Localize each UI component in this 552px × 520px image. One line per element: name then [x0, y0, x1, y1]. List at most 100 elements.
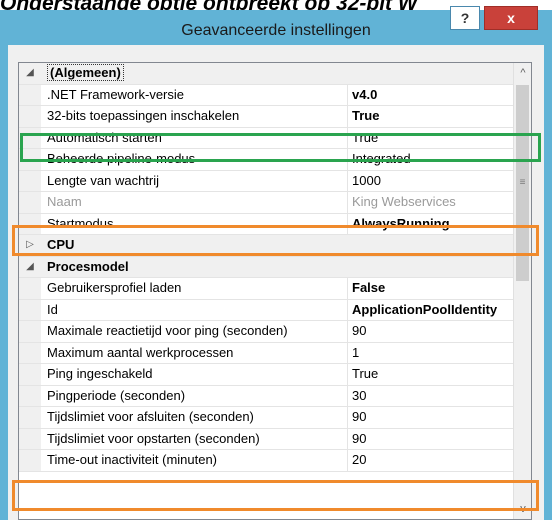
property-row[interactable]: Naam King Webservices	[19, 192, 513, 214]
row-gutter	[19, 407, 41, 428]
category-row[interactable]: ◢ Procesmodel	[19, 256, 513, 278]
property-row[interactable]: Gebruikersprofiel laden False	[19, 278, 513, 300]
property-value[interactable]: 1000	[347, 170, 513, 191]
property-name: Time-out inactiviteit (minuten)	[47, 450, 337, 471]
scrollbar-thumb[interactable]: ≡	[516, 85, 529, 281]
property-name: .NET Framework-versie	[47, 85, 337, 106]
row-gutter	[19, 321, 41, 342]
property-name: Automatisch starten	[47, 128, 337, 149]
property-value[interactable]: 90	[347, 321, 513, 342]
label-text: Naam	[47, 194, 82, 209]
property-value[interactable]: Integrated	[347, 149, 513, 170]
property-value[interactable]: True	[347, 127, 513, 148]
label-text: Id	[47, 301, 58, 317]
property-value[interactable]: 90	[347, 428, 513, 449]
label-text: Maximum aantal werkprocessen	[47, 344, 234, 360]
row-gutter	[19, 213, 41, 234]
property-row[interactable]: Tijdslimiet voor opstarten (seconden) 90	[19, 428, 513, 450]
label-text: Automatisch starten	[47, 129, 162, 145]
property-name: Gebruikersprofiel laden	[47, 278, 337, 299]
property-row[interactable]: Maximale reactietijd voor ping (seconden…	[19, 321, 513, 343]
row-gutter	[19, 450, 41, 471]
label-text: Beheerde pipeline-modus	[47, 151, 196, 166]
advanced-settings-dialog: Geavanceerde instellingen ? x ◢ (Algemeen…	[0, 6, 552, 520]
property-value[interactable]: True	[347, 106, 513, 127]
property-row[interactable]: Time-out inactiviteit (minuten) 20	[19, 450, 513, 472]
category-row[interactable]: ◢ (Algemeen)	[19, 63, 513, 85]
property-name: Maximale reactietijd voor ping (seconden…	[47, 321, 337, 342]
property-value[interactable]: 90	[347, 407, 513, 428]
property-row[interactable]: 32-bits toepassingen inschakelen True	[19, 106, 513, 128]
label-text: Startmodus	[47, 215, 114, 231]
property-row[interactable]: Beheerde pipeline-modus Integrated	[19, 149, 513, 171]
row-gutter	[19, 106, 41, 127]
property-name: Naam	[47, 192, 337, 213]
category-label: (Algemeen)	[47, 63, 337, 84]
label-text: Ping ingeschakeld	[47, 366, 153, 381]
property-name: Pingperiode (seconden)	[47, 386, 337, 407]
category-row[interactable]: ▷ CPU	[19, 235, 513, 257]
row-gutter	[19, 299, 41, 320]
property-row[interactable]: Maximum aantal werkprocessen 1	[19, 342, 513, 364]
label-text: Pingperiode (seconden)	[47, 387, 186, 403]
row-gutter	[19, 364, 41, 385]
property-value[interactable]: 30	[347, 385, 513, 406]
label-text: Tijdslimiet voor afsluiten (seconden)	[47, 409, 254, 424]
property-rows: ◢ (Algemeen) .NET Framework-versie v4.0 32-b…	[19, 63, 513, 472]
label-text: 32-bits toepassingen inschakelen	[47, 108, 240, 123]
property-name: Ping ingeschakeld	[47, 364, 337, 385]
property-row[interactable]: Automatisch starten True	[19, 127, 513, 149]
scroll-up-arrow-icon[interactable]: ^	[514, 64, 531, 82]
property-value[interactable]: ApplicationPoolIdentity	[347, 299, 513, 320]
property-name: Tijdslimiet voor opstarten (seconden)	[47, 429, 337, 450]
property-value[interactable]: 1	[347, 342, 513, 363]
row-gutter	[19, 127, 41, 148]
property-name: Startmodus	[47, 214, 337, 235]
property-value[interactable]: King Webservices	[347, 192, 513, 213]
property-value[interactable]: True	[347, 364, 513, 385]
label-text: Lengte van wachtrij	[47, 172, 160, 188]
dialog-body: ◢ (Algemeen) .NET Framework-versie v4.0 32-b…	[8, 45, 544, 520]
property-name: Maximum aantal werkprocessen	[47, 343, 337, 364]
grip-icon: ≡	[519, 177, 526, 188]
row-gutter	[19, 342, 41, 363]
row-gutter	[19, 192, 41, 213]
property-value[interactable]: v4.0	[347, 84, 513, 105]
property-row[interactable]: Startmodus AlwaysRunning	[19, 213, 513, 235]
label-text: Gebruikersprofiel laden	[47, 280, 182, 295]
property-name: Id	[47, 300, 337, 321]
collapse-arrow-icon[interactable]: ◢	[23, 257, 37, 277]
property-row[interactable]: .NET Framework-versie v4.0	[19, 84, 513, 106]
label-text: Time-out inactiviteit (minuten)	[47, 452, 218, 467]
row-gutter	[19, 385, 41, 406]
property-row[interactable]: Pingperiode (seconden) 30	[19, 385, 513, 407]
help-button[interactable]: ?	[450, 6, 480, 30]
category-label: Procesmodel	[47, 257, 337, 278]
row-gutter	[19, 149, 41, 170]
row-gutter	[19, 428, 41, 449]
scroll-down-arrow-icon[interactable]: v	[514, 500, 531, 518]
property-name: Tijdslimiet voor afsluiten (seconden)	[47, 407, 337, 428]
property-value[interactable]: 20	[347, 450, 513, 471]
category-label: CPU	[47, 235, 337, 256]
property-grid: ◢ (Algemeen) .NET Framework-versie v4.0 32-b…	[18, 62, 532, 520]
label-text: Maximale reactietijd voor ping (seconden…	[47, 323, 288, 338]
property-name: 32-bits toepassingen inschakelen	[47, 106, 337, 127]
label-text: CPU	[47, 237, 75, 252]
label-text: Procesmodel	[47, 258, 129, 274]
property-value[interactable]: False	[347, 278, 513, 299]
property-row[interactable]: Ping ingeschakeld True	[19, 364, 513, 386]
vertical-scrollbar[interactable]: ^ ≡ v	[513, 63, 531, 519]
close-button[interactable]: x	[484, 6, 538, 30]
property-name: Lengte van wachtrij	[47, 171, 337, 192]
property-row[interactable]: Tijdslimiet voor afsluiten (seconden) 90	[19, 407, 513, 429]
property-row[interactable]: Lengte van wachtrij 1000	[19, 170, 513, 192]
label-text: (Algemeen)	[47, 64, 124, 81]
expand-arrow-icon[interactable]: ▷	[23, 235, 37, 255]
row-gutter	[19, 170, 41, 191]
label-text: .NET Framework-versie	[47, 86, 185, 102]
property-value[interactable]: AlwaysRunning	[347, 213, 513, 234]
property-row[interactable]: Id ApplicationPoolIdentity	[19, 299, 513, 321]
label-text: Tijdslimiet voor opstarten (seconden)	[47, 430, 260, 446]
collapse-arrow-icon[interactable]: ◢	[23, 63, 37, 83]
